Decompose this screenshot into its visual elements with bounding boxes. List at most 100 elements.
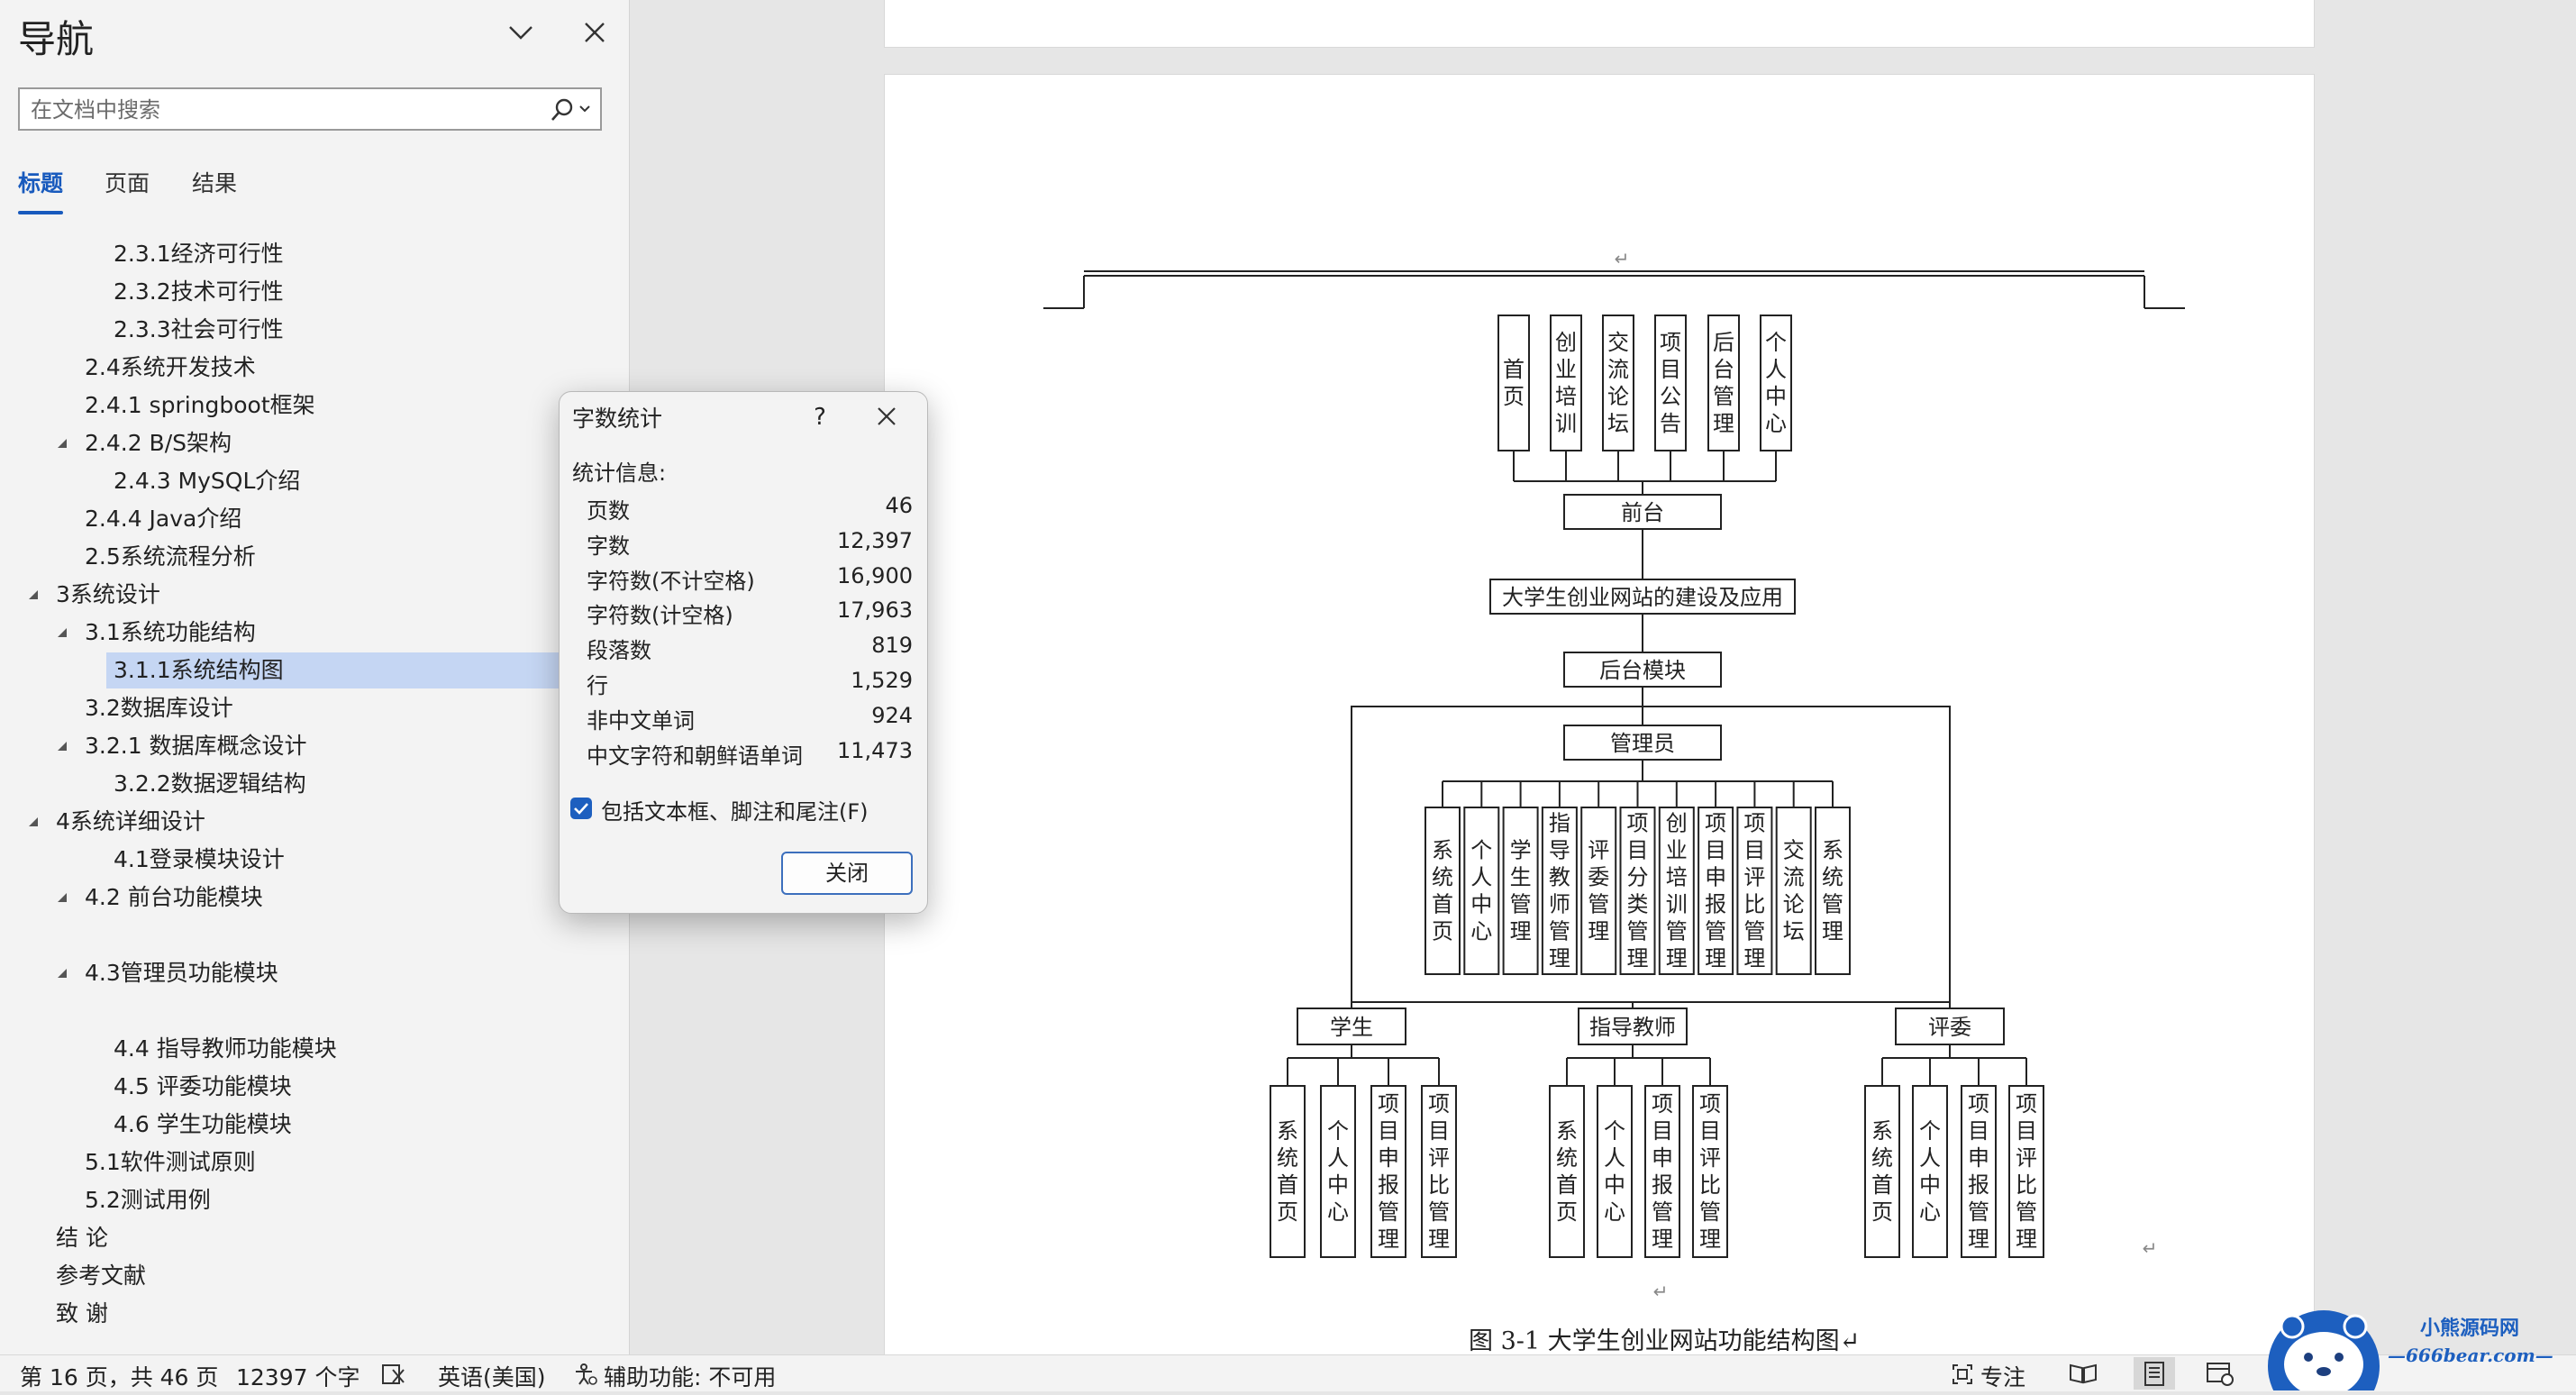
vertical-char: 页 <box>1432 919 1453 944</box>
vertical-char: 统 <box>1432 865 1453 890</box>
vertical-char: 报 <box>1378 1172 1399 1198</box>
vertical-char: 理 <box>1822 919 1843 944</box>
vertical-char: 评 <box>1699 1145 1721 1171</box>
help-button[interactable]: ? <box>797 397 842 437</box>
close-icon[interactable] <box>864 397 909 437</box>
vertical-char: 流 <box>1783 865 1805 890</box>
vertical-char: 统 <box>1277 1145 1298 1171</box>
page-indicator[interactable]: 第 16 页，共 46 页 <box>20 1360 218 1392</box>
vertical-char: 比 <box>1428 1172 1450 1198</box>
vertical-char: 申 <box>1705 865 1726 890</box>
vertical-char: 理 <box>1713 411 1734 436</box>
vertical-char: 教 <box>1549 865 1570 890</box>
vertical-char: 申 <box>1378 1145 1399 1171</box>
vertical-char: 理 <box>1652 1226 1673 1252</box>
vertical-char: 业 <box>1555 357 1577 382</box>
vertical-char: 坛 <box>1607 411 1629 436</box>
vertical-char: 培 <box>1666 865 1688 890</box>
vertical-char: 管 <box>1822 892 1843 917</box>
watermark-logo: 小熊源码网 —666bear.com— <box>2253 1305 2576 1395</box>
vertical-char: 训 <box>1555 411 1577 436</box>
vertical-char: 指 <box>1549 811 1570 836</box>
vertical-char: 申 <box>1652 1145 1673 1171</box>
focus-icon[interactable] <box>1950 1363 1975 1386</box>
stat-row: 段落数 819 <box>587 633 913 668</box>
vertical-char: 中 <box>1327 1172 1349 1198</box>
vertical-char: 管 <box>1549 919 1570 944</box>
stat-row: 中文字符和朝鲜语单词 11,473 <box>587 738 913 773</box>
vertical-char: 管 <box>1713 384 1734 409</box>
role-module-box <box>1270 1085 1306 1258</box>
stat-row: 非中文单词 924 <box>587 703 913 738</box>
paragraph-mark: ↵ <box>1653 1281 1669 1302</box>
admin-node-label: 管理员 <box>1610 731 1675 756</box>
stat-label: 字符数(计空格) <box>587 603 733 629</box>
vertical-char: 项 <box>1428 1091 1450 1117</box>
vertical-char: 报 <box>1705 892 1726 917</box>
vertical-char: 理 <box>1549 946 1570 971</box>
stat-label: 行 <box>587 673 608 698</box>
vertical-char: 页 <box>1556 1199 1578 1225</box>
vertical-char: 理 <box>1378 1226 1399 1252</box>
vertical-char: 系 <box>1277 1118 1298 1144</box>
vertical-char: 页 <box>1277 1199 1298 1225</box>
vertical-char: 导 <box>1549 838 1570 863</box>
vertical-char: 交 <box>1607 330 1629 355</box>
vertical-char: 统 <box>1871 1145 1893 1171</box>
print-layout-button[interactable] <box>2134 1357 2175 1390</box>
accessibility-icon[interactable] <box>573 1363 598 1386</box>
vertical-char: 类 <box>1627 892 1649 917</box>
vertical-char: 人 <box>1604 1145 1625 1171</box>
vertical-char: 分 <box>1627 865 1649 890</box>
close-button[interactable]: 关闭 <box>781 852 913 895</box>
focus-button[interactable]: 专注 <box>1980 1360 2025 1392</box>
word-count-indicator[interactable]: 12397 个字 <box>236 1360 360 1392</box>
logo-name: 小熊源码网 <box>2420 1318 2520 1340</box>
web-layout-icon <box>2207 1363 2234 1386</box>
stat-value: 46 <box>885 493 913 518</box>
admin-module-box <box>1580 807 1617 975</box>
vertical-char: 后 <box>1713 330 1734 355</box>
vertical-char: 评 <box>1743 865 1765 890</box>
stat-value: 819 <box>871 633 913 659</box>
vertical-char: 统 <box>1822 865 1843 890</box>
vertical-char: 项 <box>1660 330 1681 355</box>
vertical-char: 管 <box>1699 1199 1721 1225</box>
web-layout-button[interactable] <box>2198 1357 2240 1390</box>
dialog-title: 字数统计 <box>572 406 663 432</box>
vertical-char: 心 <box>1604 1199 1625 1225</box>
stat-value: 12,397 <box>837 527 913 553</box>
vertical-char: 心 <box>1919 1199 1941 1225</box>
proofing-icon[interactable] <box>380 1363 405 1386</box>
vertical-char: 理 <box>2016 1226 2037 1252</box>
role-node-label: 学生 <box>1330 1015 1373 1040</box>
vertical-char: 目 <box>1652 1118 1673 1144</box>
vertical-char: 管 <box>1743 919 1765 944</box>
vertical-char: 页 <box>1503 384 1525 409</box>
vertical-char: 目 <box>1743 838 1765 863</box>
stat-label: 段落数 <box>587 638 651 664</box>
checkbox[interactable] <box>570 798 592 819</box>
vertical-char: 交 <box>1783 838 1805 863</box>
stat-row: 字符数(计空格) 17,963 <box>587 597 913 633</box>
stat-value: 11,473 <box>837 737 913 763</box>
book-icon <box>2070 1363 2097 1384</box>
read-mode-button[interactable] <box>2062 1357 2104 1390</box>
vertical-char: 目 <box>1699 1118 1721 1144</box>
vertical-char: 统 <box>1556 1145 1578 1171</box>
vertical-char: 论 <box>1783 892 1805 917</box>
backend-node-label: 后台模块 <box>1599 658 1686 683</box>
language-indicator[interactable]: 英语(美国) <box>438 1360 546 1392</box>
stat-label: 字数 <box>587 533 630 559</box>
vertical-char: 项 <box>2016 1091 2037 1117</box>
vertical-char: 中 <box>1604 1172 1625 1198</box>
role-module-box <box>1549 1085 1585 1258</box>
vertical-char: 管 <box>1588 892 1609 917</box>
paragraph-mark: ↵ <box>1615 248 1630 269</box>
accessibility-indicator[interactable]: 辅助功能: 不可用 <box>604 1360 776 1392</box>
vertical-char: 系 <box>1822 838 1843 863</box>
vertical-char: 比 <box>1743 892 1765 917</box>
vertical-char: 生 <box>1510 865 1532 890</box>
stat-label: 页数 <box>587 498 630 524</box>
vertical-char: 比 <box>2016 1172 2037 1198</box>
